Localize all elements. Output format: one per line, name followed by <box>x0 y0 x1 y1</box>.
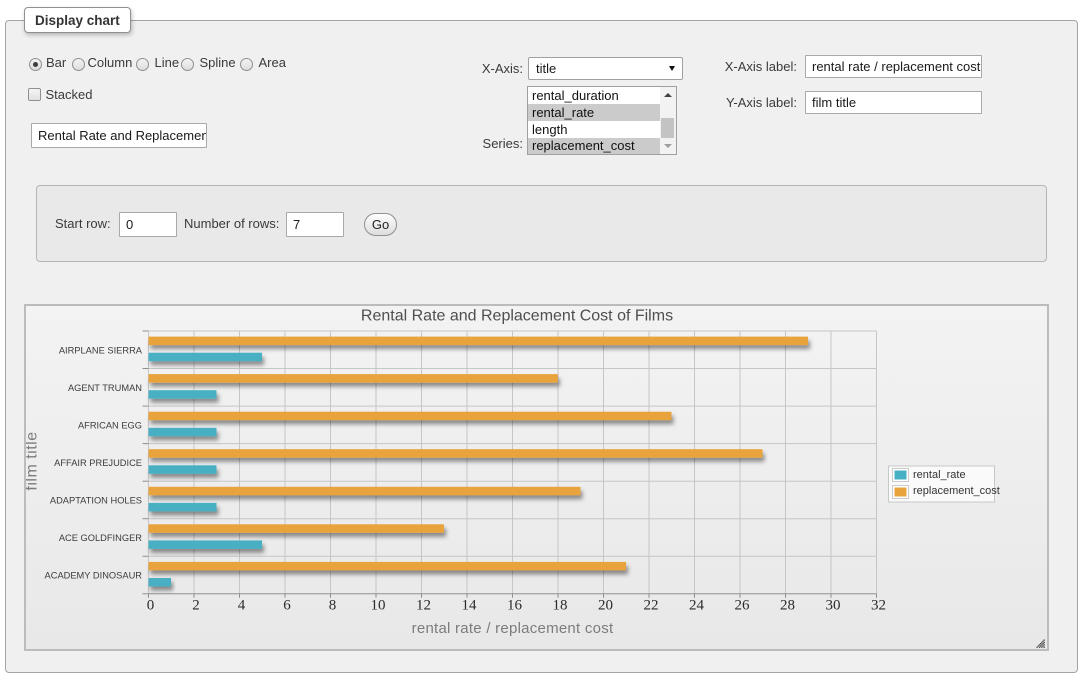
svg-text:18: 18 <box>553 598 568 614</box>
svg-text:ACADEMY DINOSAUR: ACADEMY DINOSAUR <box>45 571 143 581</box>
svg-text:4: 4 <box>238 598 246 614</box>
svg-text:32: 32 <box>871 598 886 614</box>
svg-text:rental_rate: rental_rate <box>913 469 966 481</box>
svg-text:ADAPTATION HOLES: ADAPTATION HOLES <box>50 495 142 505</box>
svg-text:10: 10 <box>371 598 386 614</box>
svg-text:AFRICAN EGG: AFRICAN EGG <box>78 420 142 430</box>
svg-text:30: 30 <box>826 598 841 614</box>
svg-text:film title: film title <box>26 431 41 490</box>
svg-text:AIRPLANE SIERRA: AIRPLANE SIERRA <box>59 345 143 355</box>
svg-text:24: 24 <box>689 598 705 614</box>
svg-text:6: 6 <box>283 598 291 614</box>
svg-text:16: 16 <box>507 598 523 614</box>
svg-text:28: 28 <box>780 598 795 614</box>
svg-text:AGENT TRUMAN: AGENT TRUMAN <box>68 383 142 393</box>
svg-text:ACE GOLDFINGER: ACE GOLDFINGER <box>59 533 142 543</box>
svg-text:20: 20 <box>598 598 613 614</box>
svg-text:12: 12 <box>416 598 431 614</box>
svg-text:14: 14 <box>462 598 478 614</box>
svg-text:26: 26 <box>735 598 751 614</box>
svg-text:replacement_cost: replacement_cost <box>913 485 1000 497</box>
svg-text:2: 2 <box>192 598 200 614</box>
svg-text:22: 22 <box>644 598 659 614</box>
svg-text:0: 0 <box>147 598 155 614</box>
svg-text:rental rate / replacement cost: rental rate / replacement cost <box>412 620 614 637</box>
svg-text:8: 8 <box>329 598 337 614</box>
svg-text:Rental Rate and Replacement Co: Rental Rate and Replacement Cost of Film… <box>361 308 673 325</box>
svg-text:AFFAIR PREJUDICE: AFFAIR PREJUDICE <box>54 458 142 468</box>
